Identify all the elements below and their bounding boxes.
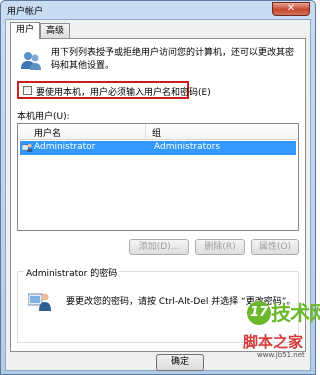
column-header-group[interactable]: 组 xyxy=(152,126,161,139)
add-user-button[interactable]: 添加(D)... xyxy=(129,239,189,255)
title-bar: 用户帐户 ✕ xyxy=(1,1,315,18)
require-password-checkbox[interactable] xyxy=(23,86,32,95)
watermark-url: www.jb51.net xyxy=(257,351,305,359)
tab-users[interactable]: 用户 xyxy=(10,22,40,39)
users-icon xyxy=(21,52,41,70)
column-separator[interactable] xyxy=(145,124,146,139)
tab-advanced[interactable]: 高级 xyxy=(40,23,70,38)
require-password-label[interactable]: 要使用本机，用户必须输入用户名和密码(E) xyxy=(36,85,211,98)
user-icon xyxy=(22,143,33,153)
watermark-badge: 17 xyxy=(247,301,271,325)
password-group-title: Administrator 的密码 xyxy=(24,266,120,279)
intro-description: 用下列列表授予或拒绝用户访问您的计算机，还可以更改其密码和其他设置。 xyxy=(51,48,295,71)
local-users-label: 本机用户(U): xyxy=(17,112,70,122)
users-list[interactable]: 用户名 组 Administrator Administrators xyxy=(17,123,299,231)
watermark-brand: 技术网 xyxy=(271,301,320,325)
auto-login-highlight: 要使用本机，用户必须输入用户名和密码(E) xyxy=(17,81,211,99)
remove-user-button[interactable]: 删除(R) xyxy=(195,239,245,255)
ok-button[interactable]: 确定 xyxy=(156,354,204,371)
column-header-username[interactable]: 用户名 xyxy=(34,126,61,139)
window-title: 用户帐户 xyxy=(7,7,44,17)
watermark-site: 脚本之家 xyxy=(243,333,304,351)
list-header: 用户名 组 xyxy=(18,124,298,140)
row-username: Administrator xyxy=(34,142,96,152)
table-row[interactable]: Administrator Administrators xyxy=(20,141,296,155)
user-accounts-window: 用户帐户 ✕ 用户 高级 用下列列表授予或拒绝用户访问您的计算机，还可以更改其密… xyxy=(0,0,320,375)
row-group: Administrators xyxy=(154,142,221,152)
close-button[interactable]: ✕ xyxy=(272,2,310,16)
user-password-icon xyxy=(28,293,51,311)
properties-button[interactable]: 属性(O) xyxy=(251,239,299,255)
